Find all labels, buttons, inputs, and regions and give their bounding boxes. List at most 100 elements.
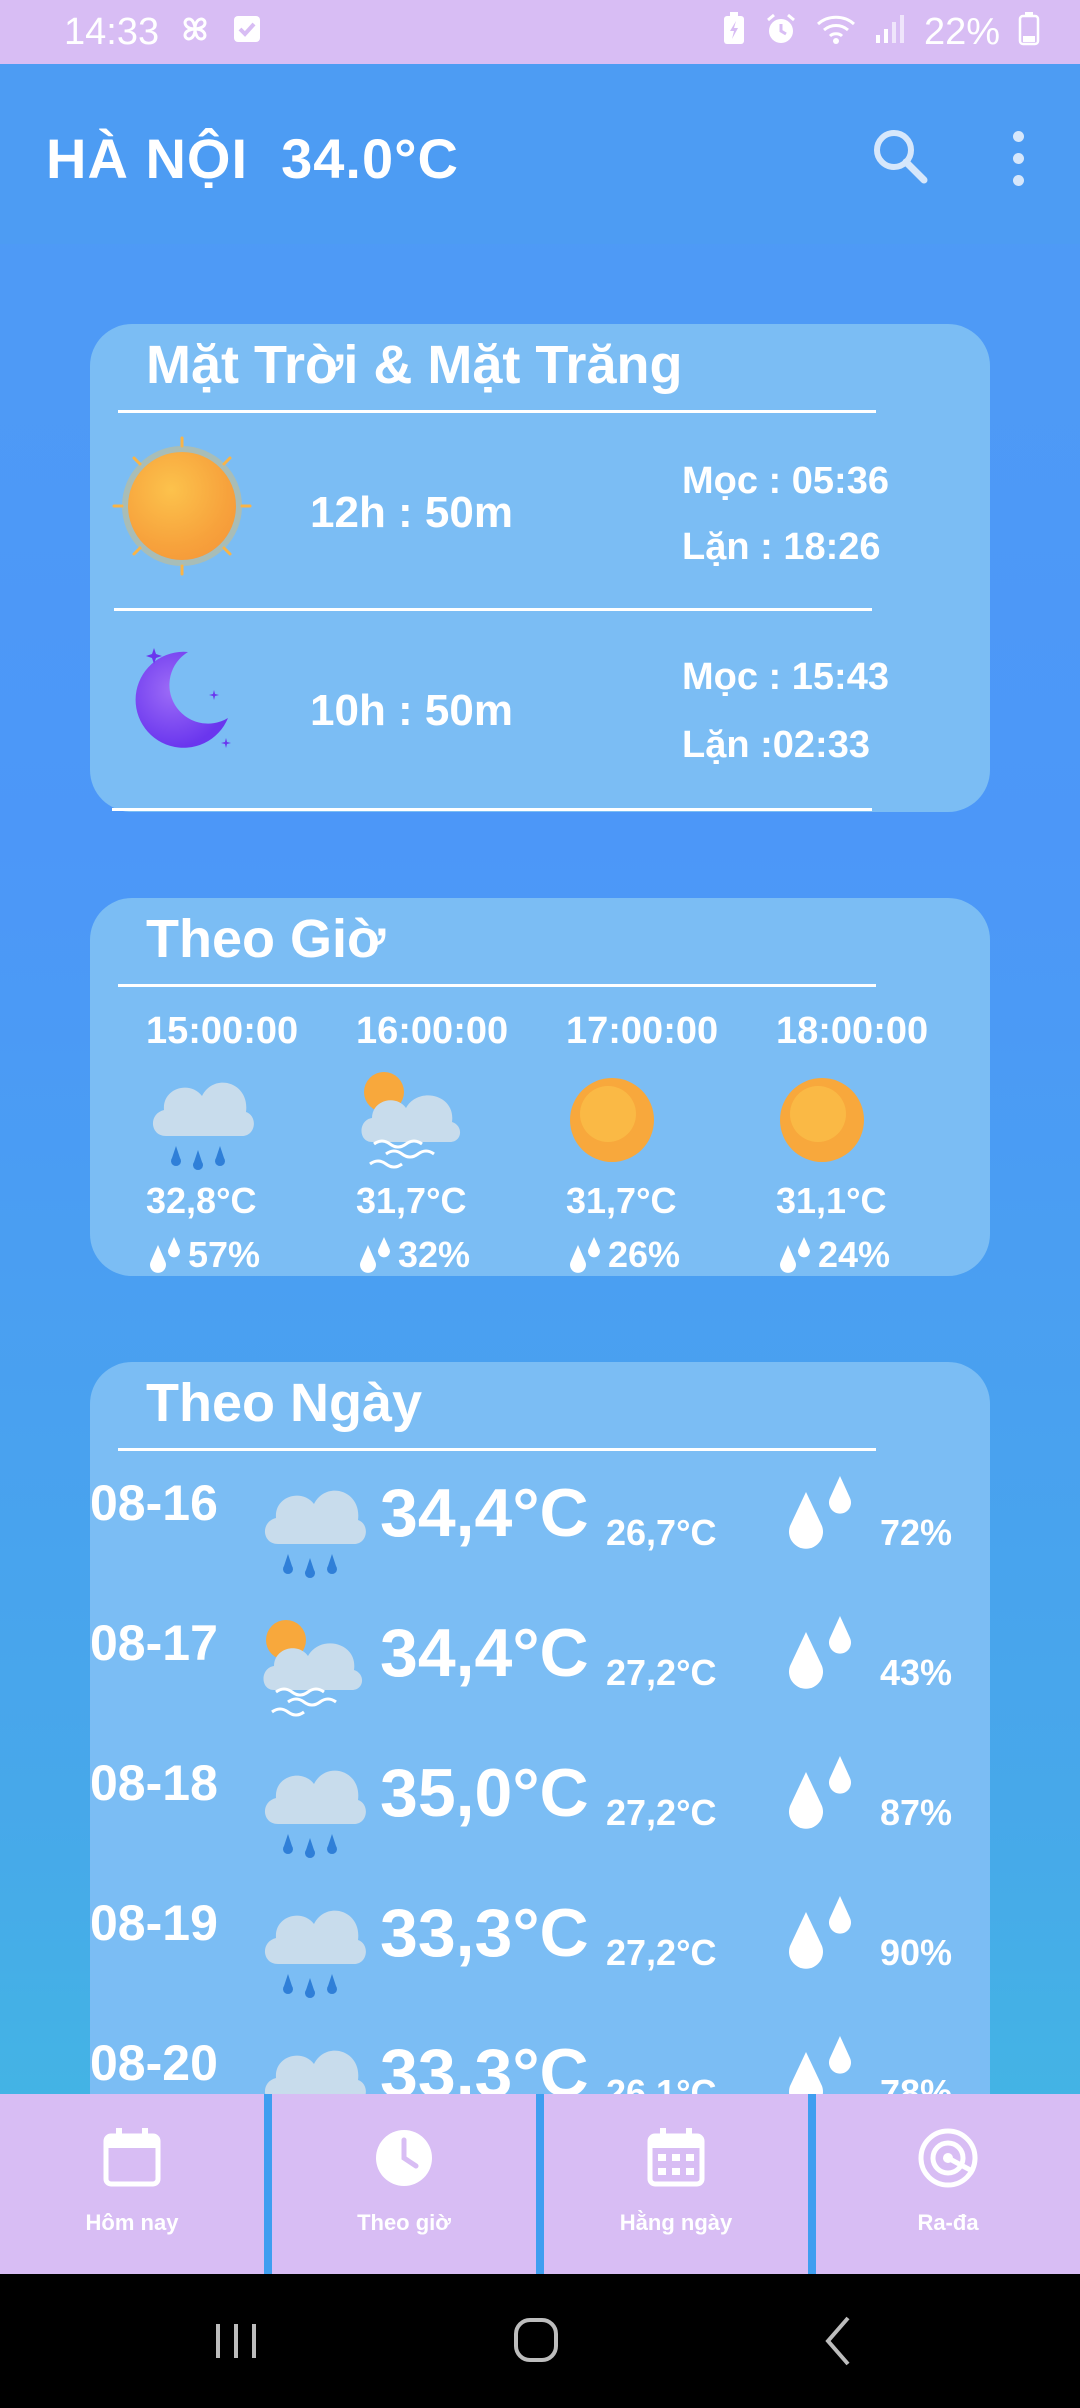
partly-cloudy-fog-icon [263,1620,363,1717]
back-button[interactable] [800,2304,880,2378]
daily-low: 27,2°C [606,1792,717,1833]
nav-daily-label: Hằng ngày [619,2210,733,2235]
moonrise-time: Mọc : 15:43 [682,656,889,698]
search-button[interactable] [868,124,932,188]
home-icon [514,2318,558,2362]
radar-icon [918,2128,978,2188]
humidity-drops-icon [780,1237,810,1273]
battery-percent: 22% [923,10,1000,53]
system-navigation-bar [0,2274,1080,2408]
daily-humidity: 72% [880,1512,953,1553]
sun-icon [780,1078,864,1162]
humidity-drops-icon [150,1237,180,1273]
sun-moon-card: Mặt Trời & Mặt Trăng 12h : 50m Mọc : 05:… [90,324,990,812]
daily-date: 08-18 [90,1755,218,1811]
sun-icon [570,1078,654,1162]
divider [112,808,872,811]
hourly-card: Theo Giờ 15:00:00 32,8°C 57% 16:00:00 31… [90,898,990,1276]
divider [114,608,872,611]
pinwheel-icon [177,11,213,53]
calendar-icon [103,2128,161,2187]
checkbox-icon [231,13,263,51]
sun-moon-title: Mặt Trời & Mặt Trăng [146,335,683,395]
daily-date: 08-16 [90,1475,218,1531]
daily-row[interactable]: 08-18 35,0°C 27,2°C 87% [90,1754,990,1894]
humidity-drops-icon [789,1476,851,1549]
sun-rays-icon [112,436,252,576]
daily-humidity: 87% [880,1792,953,1833]
hourly-time: 16:00:00 [356,1010,509,1052]
daily-row[interactable]: 08-19 33,3°C 27,2°C 90% [90,1894,990,2034]
recents-icon [216,2324,256,2358]
battery-icon [1018,12,1040,52]
clock-icon [376,2130,432,2186]
daily-low: 27,2°C [606,1932,717,1973]
sun-duration: 12h : 50m [310,488,513,537]
daily-high: 35,0°C [380,1755,589,1831]
nav-radar[interactable]: Ra-đa [816,2094,1080,2274]
hourly-humidity: 32% [356,1234,470,1276]
daily-date: 08-17 [90,1615,218,1671]
hourly-time: 15:00:00 [146,1010,299,1052]
nav-daily[interactable]: Hằng ngày [544,2094,808,2274]
daily-high: 33,3°C [380,1895,589,1971]
sunset-time: Lặn : 18:26 [682,526,881,568]
hourly-temp: 32,8°C [146,1180,257,1221]
daily-humidity: 43% [880,1652,953,1693]
humidity-drops-icon [789,1616,851,1689]
hourly-temp: 31,1°C [776,1180,887,1221]
hourly-humidity: 57% [146,1234,260,1276]
bottom-navigation: Hôm nay Theo giờ Hằng ngày Ra-đa [0,2094,1080,2274]
humidity-drops-icon [360,1237,390,1273]
status-bar: 14:33 22% [0,0,1080,64]
alarm-icon [764,12,798,52]
nav-today[interactable]: Hôm nay [0,2094,264,2274]
daily-humidity: 90% [880,1932,953,1973]
humidity-drops-icon [789,1896,851,1969]
rain-cloud-icon [264,1490,366,1578]
daily-low: 26,7°C [606,1512,717,1553]
daily-date: 08-20 [90,2035,218,2091]
hourly-humidity: 24% [776,1234,890,1276]
daily-date: 08-19 [90,1895,218,1951]
calendar-grid-icon [647,2128,705,2187]
home-button[interactable] [496,2304,576,2378]
status-time: 14:33 [64,10,160,53]
back-icon [825,2316,850,2366]
divider [118,984,876,987]
moonset-time: Lặn :02:33 [682,724,870,766]
hourly-temp: 31,7°C [356,1180,467,1221]
humidity-drops-icon [789,1756,851,1829]
sunrise-time: Mọc : 05:36 [682,460,889,502]
moon-duration: 10h : 50m [310,686,513,735]
daily-title: Theo Ngày [146,1373,423,1433]
rain-cloud-icon [152,1082,254,1170]
hourly-temp: 31,7°C [566,1180,677,1221]
hourly-humidity: 26% [566,1234,680,1276]
search-icon [874,130,928,184]
nav-radar-label: Ra-đa [917,2210,979,2235]
moon-icon [135,648,231,748]
recents-button[interactable] [196,2304,276,2378]
daily-row[interactable]: 08-17 34,4°C 27,2°C 43% [90,1614,990,1754]
rain-cloud-icon [264,1770,366,1858]
nav-hourly[interactable]: Theo giờ [272,2094,536,2274]
daily-low: 27,2°C [606,1652,717,1693]
daily-row[interactable]: 08-16 34,4°C 26,7°C 72% [90,1474,990,1614]
humidity-drops-icon [570,1237,600,1273]
signal-icon [874,13,906,51]
divider [118,1448,876,1451]
partly-cloudy-fog-icon [361,1072,461,1169]
more-vert-icon [1000,131,1036,186]
divider [118,410,876,413]
nav-hourly-label: Theo giờ [357,2210,451,2235]
app-header: HÀ NỘI 34.0°C [0,64,1080,244]
wifi-icon [816,13,856,51]
nav-today-label: Hôm nay [85,2210,179,2235]
more-options-button[interactable] [1000,126,1036,190]
daily-high: 34,4°C [380,1475,589,1551]
rain-cloud-icon [264,1910,366,1998]
hourly-title: Theo Giờ [146,909,386,969]
battery-saver-icon [722,12,746,52]
page-title: HÀ NỘI 34.0°C [46,127,459,190]
